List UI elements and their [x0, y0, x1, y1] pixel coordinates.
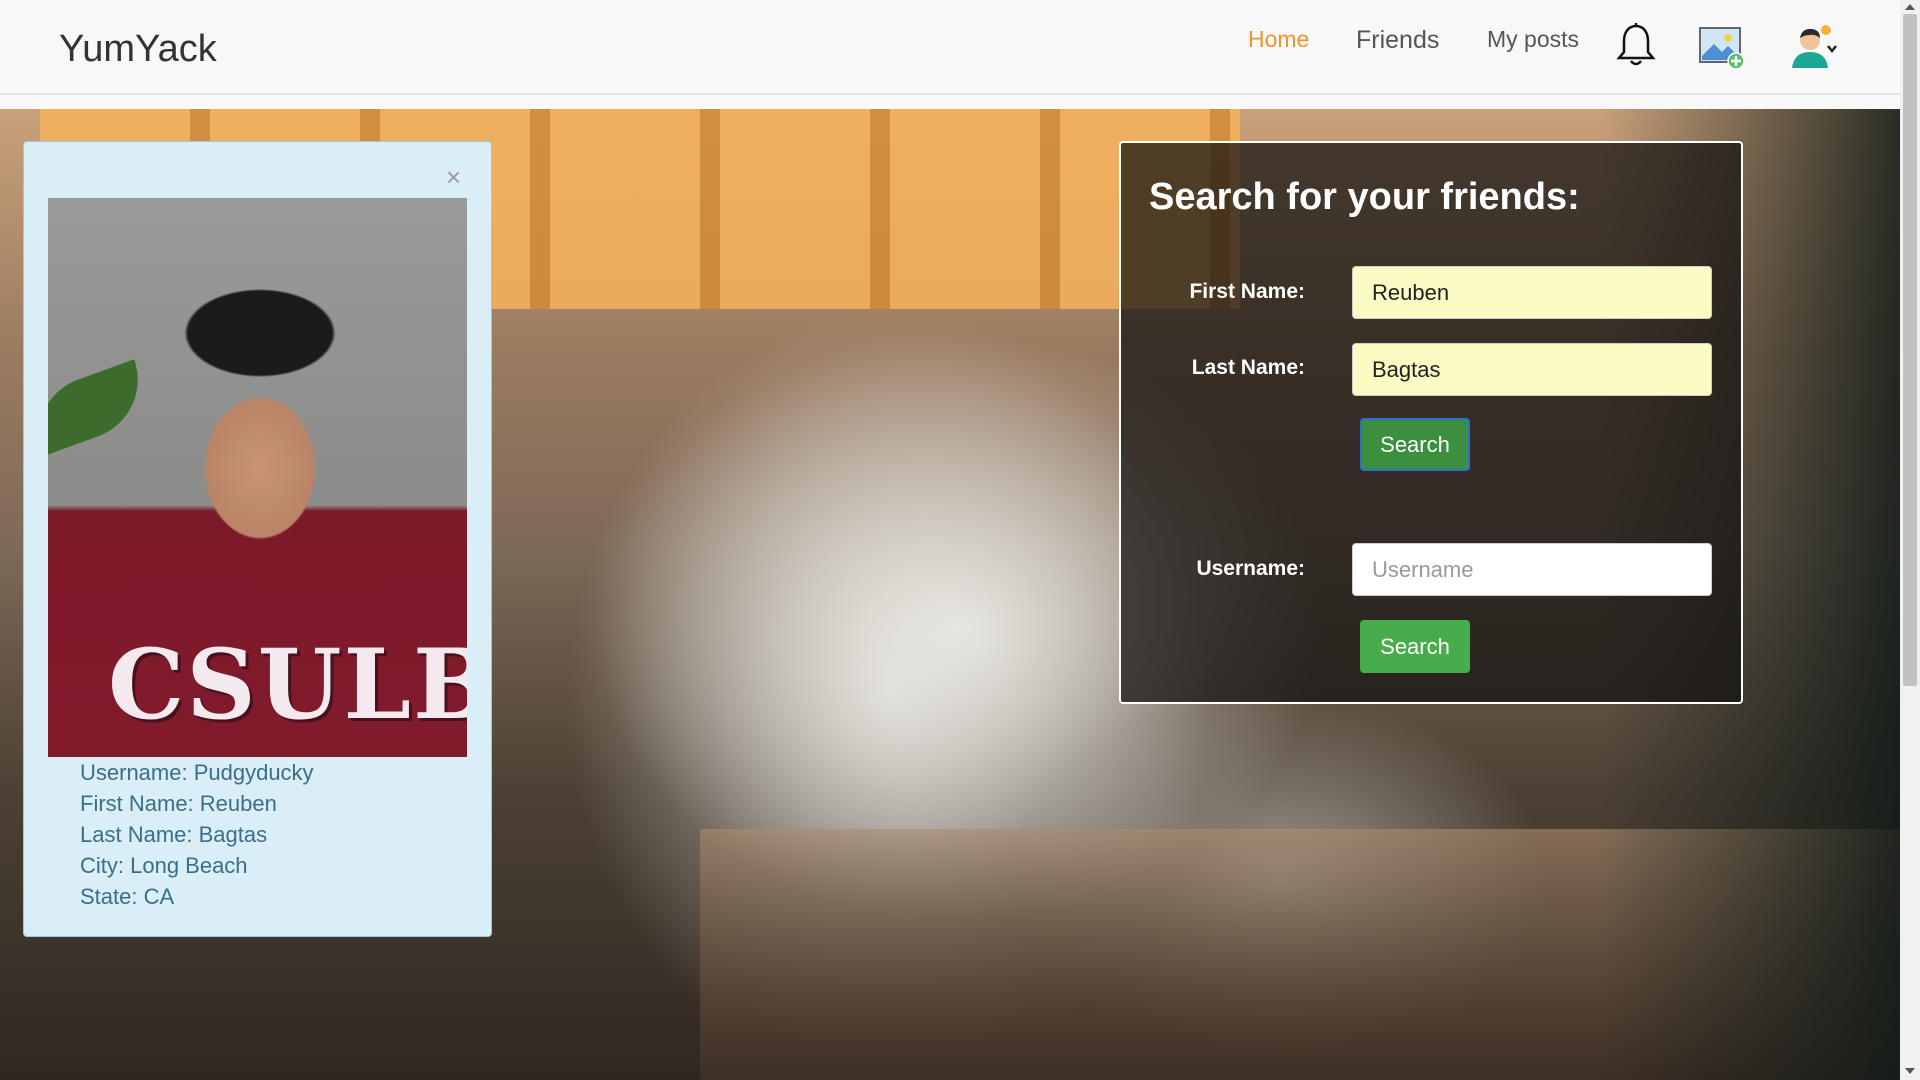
- username-field[interactable]: [1352, 543, 1712, 596]
- photo-shirt-text: CSULB: [108, 628, 467, 741]
- nav-friends[interactable]: Friends: [1356, 26, 1439, 55]
- profile-first-name: First Name: Reuben: [80, 791, 277, 816]
- search-title: Search for your friends:: [1149, 176, 1580, 218]
- scroll-up-icon[interactable]: [1905, 4, 1915, 10]
- search-by-name-button[interactable]: Search: [1360, 418, 1470, 471]
- profile-username: Username: Pudgyducky: [80, 760, 314, 785]
- first-name-field[interactable]: [1352, 266, 1712, 319]
- scroll-thumb[interactable]: [1903, 14, 1917, 686]
- profile-photo: CSULB: [48, 198, 467, 757]
- close-icon[interactable]: ×: [446, 164, 461, 190]
- bell-icon[interactable]: [1616, 22, 1656, 73]
- scrollbar[interactable]: [1900, 0, 1920, 1080]
- page: YumYack Home Friends My posts × CSULB Us…: [0, 0, 1920, 1080]
- profile-state: State: CA: [80, 884, 175, 909]
- scroll-down-icon[interactable]: [1905, 1068, 1915, 1074]
- username-label: Username:: [1196, 557, 1305, 580]
- plant-leaf: [48, 359, 155, 457]
- add-image-icon[interactable]: [1698, 26, 1746, 75]
- last-name-field[interactable]: [1352, 343, 1712, 396]
- nav-home[interactable]: Home: [1248, 26, 1309, 53]
- last-name-label: Last Name:: [1191, 356, 1305, 379]
- nav-my-posts[interactable]: My posts: [1487, 26, 1579, 53]
- user-menu-icon[interactable]: [1790, 24, 1840, 75]
- first-name-label: First Name:: [1189, 280, 1305, 303]
- navbar: YumYack Home Friends My posts: [0, 0, 1900, 95]
- profile-city: City: Long Beach: [80, 853, 248, 878]
- search-by-username-button[interactable]: Search: [1360, 620, 1470, 673]
- brand-logo[interactable]: YumYack: [59, 28, 217, 71]
- profile-last-name: Last Name: Bagtas: [80, 822, 268, 847]
